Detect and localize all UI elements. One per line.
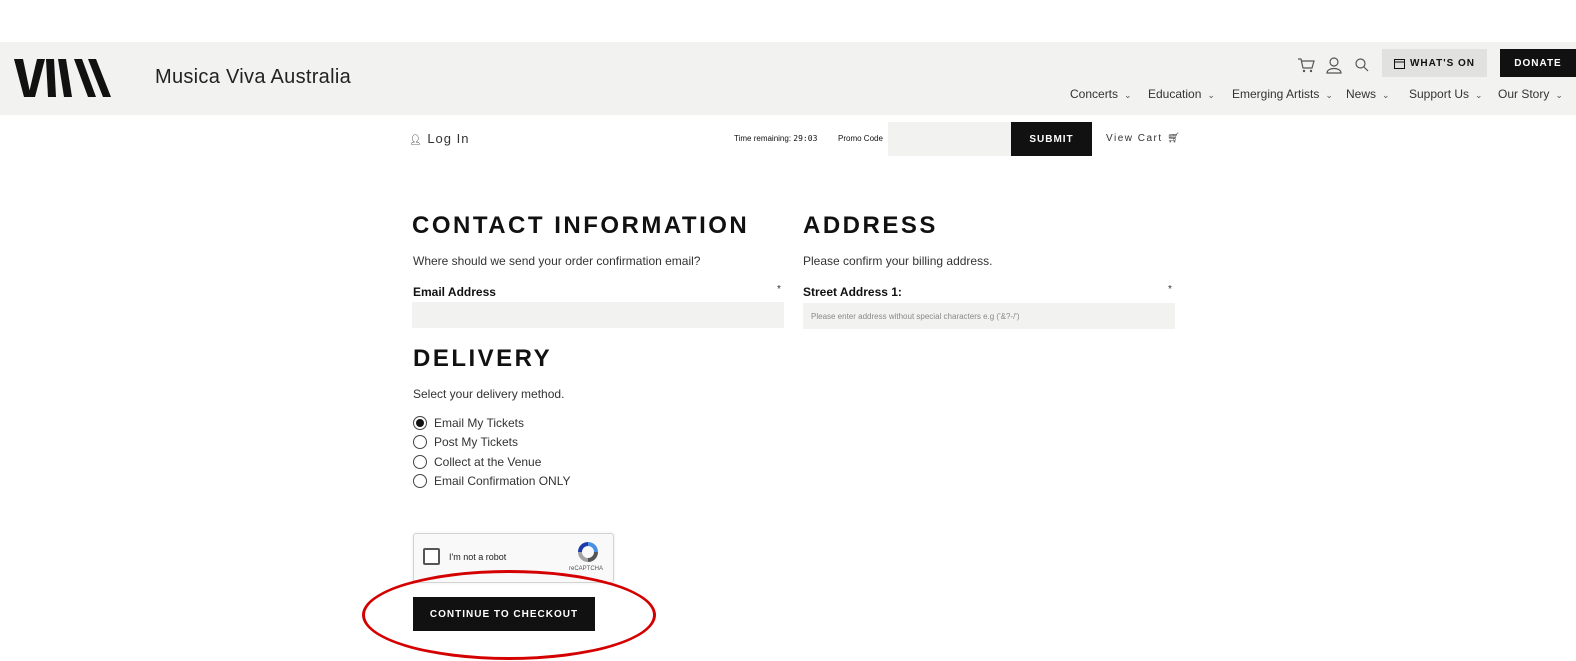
nav-news[interactable]: News ⌄ xyxy=(1346,87,1390,101)
recaptcha-label: I'm not a robot xyxy=(449,552,507,562)
chevron-down-icon: ⌄ xyxy=(1382,90,1390,100)
person-icon: 👤︎ xyxy=(409,135,423,146)
view-cart-link[interactable]: View Cart 🛒︎ xyxy=(1106,133,1181,144)
delivery-option-email-confirmation[interactable]: Email Confirmation ONLY xyxy=(413,474,571,488)
cart-icon[interactable] xyxy=(1297,56,1315,74)
required-mark: * xyxy=(777,284,781,295)
promo-code-label: Promo Code xyxy=(838,134,883,143)
promo-code-input[interactable] xyxy=(888,122,1011,156)
chevron-down-icon: ⌄ xyxy=(1124,90,1132,100)
address-title: ADDRESS xyxy=(803,212,938,239)
nav-education[interactable]: Education ⌄ xyxy=(1148,87,1215,101)
brand-name[interactable]: Musica Viva Australia xyxy=(155,66,351,89)
recaptcha-checkbox[interactable] xyxy=(423,548,440,565)
chevron-down-icon: ⌄ xyxy=(1475,90,1483,100)
time-remaining: Time remaining: 29:03 xyxy=(734,134,818,143)
radio-selected[interactable] xyxy=(413,416,427,430)
delivery-desc: Select your delivery method. xyxy=(413,387,565,401)
street-address-label: Street Address 1: xyxy=(803,285,902,299)
delivery-option-collect[interactable]: Collect at the Venue xyxy=(413,455,541,469)
vmv-logo[interactable] xyxy=(14,57,112,101)
chevron-down-icon: ⌄ xyxy=(1325,90,1333,100)
contact-title: CONTACT INFORMATION xyxy=(412,212,750,239)
user-icon[interactable] xyxy=(1325,56,1343,74)
nav-emerging-artists[interactable]: Emerging Artists ⌄ xyxy=(1232,87,1333,101)
recaptcha-widget: I'm not a robot reCAPTCHA xyxy=(413,533,614,583)
calendar-icon xyxy=(1393,58,1405,69)
email-field[interactable] xyxy=(412,302,784,328)
nav-our-story[interactable]: Our Story ⌄ xyxy=(1498,87,1563,101)
email-label: Email Address xyxy=(413,285,496,299)
required-mark: * xyxy=(1168,284,1172,295)
address-desc: Please confirm your billing address. xyxy=(803,254,993,268)
radio-unselected[interactable] xyxy=(413,435,427,449)
site-header: Musica Viva Australia WHAT'S ON DONATE C… xyxy=(0,42,1576,115)
nav-support-us[interactable]: Support Us ⌄ xyxy=(1409,87,1483,101)
radio-unselected[interactable] xyxy=(413,455,427,469)
search-icon[interactable] xyxy=(1353,56,1371,74)
street-address-field[interactable] xyxy=(803,303,1175,329)
chevron-down-icon: ⌄ xyxy=(1555,90,1563,100)
donate-button[interactable]: DONATE xyxy=(1500,49,1576,77)
submit-promo-button[interactable]: SUBMIT xyxy=(1011,122,1092,156)
recaptcha-icon xyxy=(578,542,598,562)
login-link[interactable]: 👤︎ Log In xyxy=(409,131,469,146)
delivery-option-email[interactable]: Email My Tickets xyxy=(413,416,524,430)
whats-on-button[interactable]: WHAT'S ON xyxy=(1382,49,1487,77)
timer-value: 29:03 xyxy=(793,134,818,143)
delivery-title: DELIVERY xyxy=(413,345,553,372)
recaptcha-brand: reCAPTCHA xyxy=(569,566,604,572)
contact-desc: Where should we send your order confirma… xyxy=(413,254,701,268)
radio-unselected[interactable] xyxy=(413,474,427,488)
chevron-down-icon: ⌄ xyxy=(1207,90,1215,100)
delivery-option-post[interactable]: Post My Tickets xyxy=(413,435,518,449)
cart-icon: 🛒︎ xyxy=(1166,133,1182,144)
continue-to-checkout-button[interactable]: CONTINUE TO CHECKOUT xyxy=(413,597,595,631)
nav-concerts[interactable]: Concerts ⌄ xyxy=(1070,87,1132,101)
whats-on-label: WHAT'S ON xyxy=(1409,57,1476,69)
